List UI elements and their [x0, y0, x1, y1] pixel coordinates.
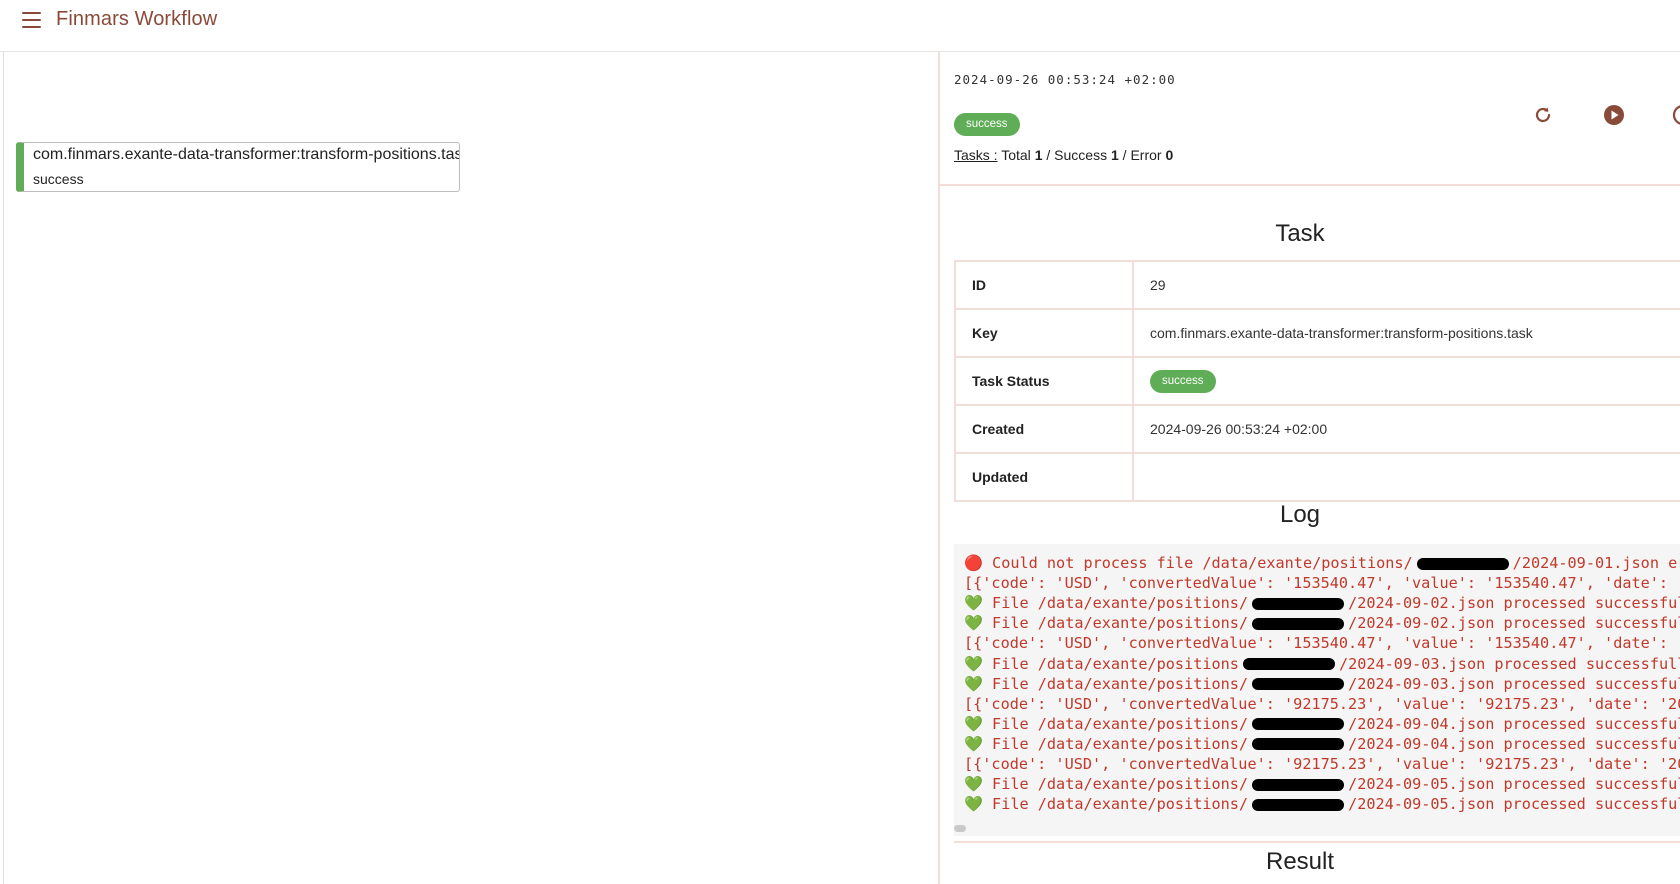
tasks-success-label: Success — [1054, 147, 1108, 163]
log-line-text: [{'code': 'USD', 'convertedValue': '9217… — [964, 755, 1680, 773]
tasks-error-value: 0 — [1165, 147, 1174, 163]
row-value: com.finmars.exante-data-transformer:tran… — [1132, 308, 1680, 358]
redacted-path-segment — [1252, 778, 1345, 791]
row-value-cell: success — [1132, 356, 1680, 406]
log-line: [{'code': 'USD', 'convertedValue': '9217… — [964, 695, 1680, 713]
table-row: Key com.finmars.exante-data-transformer:… — [954, 308, 1680, 358]
task-info-table: ID 29 Key com.finmars.exante-data-transf… — [954, 260, 1680, 502]
redacted-path-segment — [1242, 658, 1335, 670]
node-status: success — [33, 171, 84, 187]
log-line: 💚 File /data/exante/positions/ /2024-09-0… — [964, 675, 1680, 693]
row-key: Created — [954, 404, 1134, 454]
tasks-total-label: Total — [1001, 147, 1031, 163]
log-line: 💚 File /data/exante/positions/ /2024-09-0… — [964, 614, 1680, 632]
log-line-suffix: /2024-09-02.json processed successfully — [1348, 594, 1680, 613]
log-line: 💚 File /data/exante/positions/2024-09-03… — [964, 655, 1680, 673]
log-line: 💚 File /data/exante/positions/ /2024-09-0… — [964, 594, 1680, 612]
log-line-suffix: /2024-09-03.json processed successfully — [1338, 654, 1680, 673]
log-output[interactable]: 🔴 Could not process file /data/exante/po… — [954, 544, 1680, 836]
task-status-badge: success — [1150, 369, 1216, 393]
row-key: ID — [954, 260, 1134, 310]
app-title: Finmars Workflow — [56, 8, 218, 30]
log-line-text: [{'code': 'USD', 'convertedValue': '1535… — [964, 634, 1680, 653]
task-section-title: Task — [1275, 220, 1325, 247]
tasks-error-label: Error — [1130, 147, 1162, 163]
workflow-task-node[interactable]: com.finmars.exante-data-transformer:tran… — [16, 142, 460, 192]
row-key: Key — [954, 308, 1134, 358]
tasks-total-value: 1 — [1034, 147, 1043, 163]
log-line-text: 💚 File /data/exante/positions/ — [964, 594, 1249, 613]
redacted-path-segment — [1252, 678, 1345, 691]
log-line-text: 🔴 Could not process file /data/exante/po… — [964, 554, 1413, 572]
panel-header: 2024-09-26 00:53:24 +02:00 success Tasks… — [940, 52, 1680, 186]
log-line-text: 💚 File /data/exante/positions/ — [964, 714, 1249, 733]
log-line-text: 💚 File /data/exante/positions/ — [964, 614, 1249, 633]
result-section-title: Result — [1265, 848, 1335, 875]
log-line-text: [{'code': 'USD', 'convertedValue': '1535… — [964, 574, 1680, 593]
circle-icon — [1672, 105, 1680, 125]
log-line-text: 💚 File /data/exante/positions/ — [964, 734, 1249, 753]
log-section-title: Log — [1279, 501, 1321, 528]
top-app-bar: Finmars Workflow — [0, 0, 1680, 52]
redacted-path-segment — [1252, 597, 1345, 610]
log-line-text: 💚 File /data/exante/positions/ — [964, 795, 1249, 814]
table-row: ID 29 — [954, 260, 1680, 310]
log-line-text: 💚 File /data/exante/positions — [964, 654, 1239, 673]
log-line-suffix: /2024-09-04.json processed successfully — [1348, 734, 1680, 753]
log-line-text: [{'code': 'USD', 'convertedValue': '9217… — [964, 694, 1680, 713]
log-line: 💚 File /data/exante/positions/ /2024-09-0… — [964, 795, 1680, 813]
table-row: Updated — [954, 452, 1680, 502]
redacted-path-segment — [1252, 798, 1345, 811]
refresh-icon — [1535, 107, 1551, 123]
log-line-suffix: /2024-09-05.json processed successfully — [1348, 775, 1680, 794]
tasks-link[interactable]: Tasks : — [954, 147, 998, 163]
more-action-button[interactable] — [1670, 102, 1680, 128]
redacted-path-segment — [1252, 738, 1345, 751]
row-value: 2024-09-26 00:53:24 +02:00 — [1132, 404, 1680, 454]
redacted-path-segment — [1252, 617, 1345, 630]
redacted-path-segment — [1252, 718, 1345, 731]
log-line: 🔴 Could not process file /data/exante/po… — [964, 554, 1680, 572]
row-value — [1132, 452, 1680, 502]
row-value: 29 — [1132, 260, 1680, 310]
workflow-timestamp: 2024-09-26 00:53:24 +02:00 — [954, 72, 1176, 87]
log-line: [{'code': 'USD', 'convertedValue': '1535… — [964, 574, 1680, 592]
row-key: Task Status — [954, 356, 1134, 406]
log-line: 💚 File /data/exante/positions/ /2024-09-0… — [964, 715, 1680, 733]
log-line-suffix: /2024-09-03.json processed successfully — [1348, 674, 1680, 693]
log-line-suffix: /2024-09-02.json processed successfully — [1348, 614, 1680, 633]
log-line: [{'code': 'USD', 'convertedValue': '1535… — [964, 634, 1680, 652]
play-circle-icon — [1604, 105, 1624, 125]
log-line-text: 💚 File /data/exante/positions/ — [964, 674, 1249, 693]
refresh-button[interactable] — [1530, 102, 1556, 128]
log-line: [{'code': 'USD', 'convertedValue': '9217… — [964, 755, 1680, 773]
table-row: Created 2024-09-26 00:53:24 +02:00 — [954, 404, 1680, 454]
tasks-summary: Tasks : Total 1 / Success 1 / Error 0 — [954, 147, 1174, 163]
log-line-suffix: /2024-09-04.json processed successfully — [1348, 714, 1680, 733]
node-title: com.finmars.exante-data-transformer:tran… — [33, 146, 460, 163]
log-line: 💚 File /data/exante/positions/ /2024-09-0… — [964, 775, 1680, 793]
log-line-text: 💚 File /data/exante/positions/ — [964, 775, 1249, 794]
tasks-success-value: 1 — [1110, 147, 1119, 163]
table-row: Task Status success — [954, 356, 1680, 406]
workflow-status-badge: success — [954, 113, 1020, 136]
log-divider — [954, 841, 1680, 843]
redacted-path-segment — [1416, 557, 1509, 570]
log-line-suffix: /2024-09-01.json error: — [1512, 554, 1680, 572]
row-key: Updated — [954, 452, 1134, 502]
task-detail-panel: 2024-09-26 00:53:24 +02:00 success Tasks… — [940, 52, 1680, 884]
log-horizontal-scrollbar[interactable] — [954, 825, 966, 832]
log-line-suffix: /2024-09-05.json processed successfully — [1348, 795, 1680, 814]
log-line: 💚 File /data/exante/positions/ /2024-09-0… — [964, 735, 1680, 753]
menu-icon[interactable] — [22, 12, 42, 28]
workflow-canvas[interactable]: com.finmars.exante-data-transformer:tran… — [4, 52, 938, 884]
run-button[interactable] — [1601, 102, 1627, 128]
